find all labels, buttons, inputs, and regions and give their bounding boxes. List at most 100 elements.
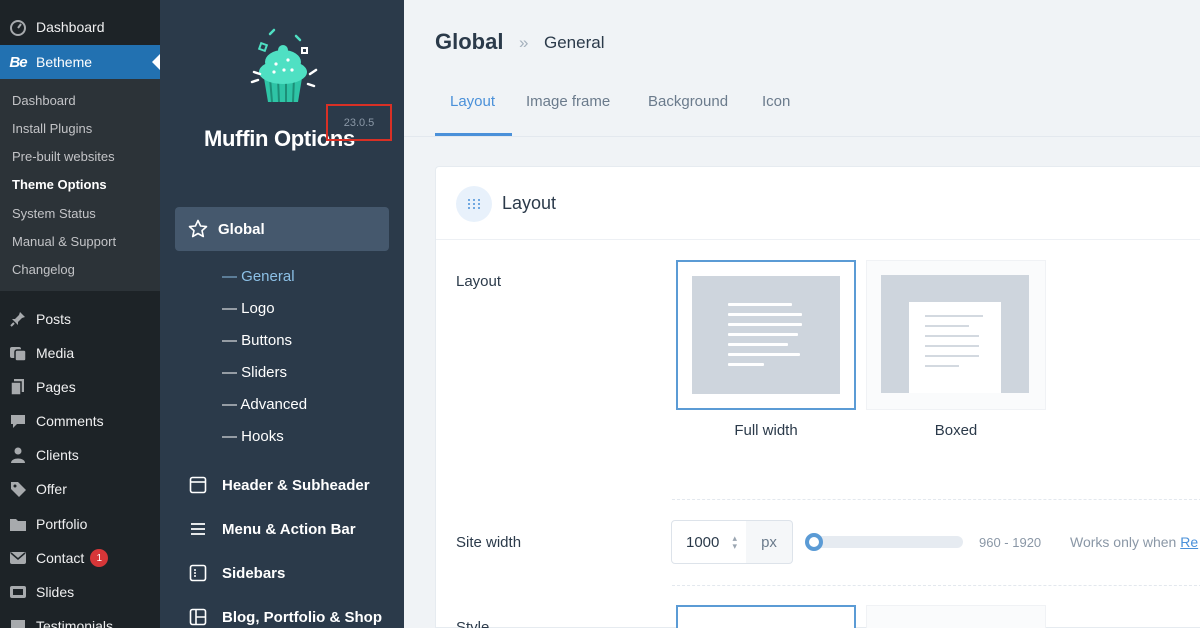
nav-menu-action-bar[interactable]: Menu & Action Bar xyxy=(188,519,356,539)
pages-icon xyxy=(0,378,36,396)
wp-menu-pages[interactable]: Pages xyxy=(0,370,160,404)
wp-menu-pages-label: Pages xyxy=(36,379,76,395)
wp-menu-contact[interactable]: Contact 1 xyxy=(0,541,160,575)
subnav-logo[interactable]: — Logo xyxy=(222,300,275,317)
wp-menu-slides[interactable]: Slides xyxy=(0,575,160,609)
menu-icon xyxy=(188,519,208,539)
user-icon xyxy=(0,446,36,464)
wp-menu-media-label: Media xyxy=(36,345,75,361)
style-label: Style xyxy=(456,619,490,628)
subnav-hooks[interactable]: — Hooks xyxy=(222,428,284,445)
nav-blog-portfolio-shop[interactable]: Blog, Portfolio & Shop xyxy=(188,607,382,627)
wp-menu-posts-label: Posts xyxy=(36,311,72,327)
nav-header-subheader[interactable]: Header & Subheader xyxy=(188,475,370,495)
muffin-logo-icon xyxy=(250,28,318,103)
site-width-value: 1000 xyxy=(686,533,720,551)
wp-menu-portfolio[interactable]: Portfolio xyxy=(0,507,160,541)
submenu-changelog[interactable]: Changelog xyxy=(12,262,75,277)
row-divider xyxy=(672,585,1200,586)
subnav-buttons[interactable]: — Buttons xyxy=(222,332,292,349)
unit-label: px xyxy=(746,520,793,564)
option-boxed-label: Boxed xyxy=(934,422,978,439)
betheme-logo-icon: Be xyxy=(9,53,27,71)
wp-menu-contact-label: Contact xyxy=(36,550,85,566)
submenu-system-status[interactable]: System Status xyxy=(12,206,96,221)
wp-menu-offer-label: Offer xyxy=(36,481,67,497)
site-width-slider-track[interactable] xyxy=(808,536,963,548)
card-header: Layout xyxy=(436,167,1200,240)
dashboard-icon xyxy=(0,18,36,36)
site-width-slider-handle[interactable] xyxy=(805,533,823,551)
submenu-install-plugins[interactable]: Install Plugins xyxy=(12,121,92,136)
option-full-width-label: Full width xyxy=(734,422,798,439)
subnav-sliders[interactable]: — Sliders xyxy=(222,364,287,381)
folder-icon xyxy=(0,515,36,533)
breadcrumb-separator: » xyxy=(519,33,529,52)
header-icon xyxy=(188,475,208,495)
nav-blog-label: Blog, Portfolio & Shop xyxy=(222,608,382,626)
testimonials-icon xyxy=(0,617,36,628)
nav-header-label: Header & Subheader xyxy=(222,476,370,494)
version-label: 23.0.5 xyxy=(326,104,392,141)
note-link[interactable]: Re xyxy=(1180,534,1198,550)
nav-global[interactable]: Global xyxy=(175,207,389,251)
site-width-label: Site width xyxy=(456,534,522,551)
wp-menu-testimonials-label: Testimonials xyxy=(36,618,114,628)
notification-badge: 1 xyxy=(90,549,109,567)
site-width-note: Works only when Re xyxy=(1070,534,1198,550)
wp-menu-clients[interactable]: Clients xyxy=(0,438,160,472)
wp-menu-portfolio-label: Portfolio xyxy=(36,516,88,532)
tab-layout[interactable]: Layout xyxy=(450,93,495,110)
breadcrumb-current: General xyxy=(544,33,605,52)
submenu-theme-options[interactable]: Theme Options xyxy=(12,177,107,192)
wp-menu-testimonials[interactable]: Testimonials xyxy=(0,609,160,628)
star-icon xyxy=(188,219,208,239)
wp-menu-posts[interactable]: Posts xyxy=(0,302,160,336)
option-boxed[interactable] xyxy=(866,260,1046,410)
wp-menu-media[interactable]: Media xyxy=(0,336,160,370)
comments-icon xyxy=(0,412,36,430)
submenu-prebuilt-websites[interactable]: Pre-built websites xyxy=(12,149,115,164)
nav-sidebars-label: Sidebars xyxy=(222,564,286,582)
nav-sidebars[interactable]: Sidebars xyxy=(188,563,285,583)
option-full-width[interactable] xyxy=(676,260,856,410)
layout-card: Layout Layout Full width Boxed Site widt… xyxy=(435,166,1200,628)
boxed-preview xyxy=(881,275,1029,393)
tab-background[interactable]: Background xyxy=(648,93,728,110)
muffin-options-sidebar: Muffin Options 23.0.5 Global — General —… xyxy=(160,0,404,628)
wp-menu-betheme-label: Betheme xyxy=(36,54,93,70)
style-option-2[interactable] xyxy=(866,605,1046,628)
wp-menu-dashboard-label: Dashboard xyxy=(36,19,105,35)
stepper-arrows-icon[interactable]: ▴ ▾ xyxy=(732,534,737,551)
tab-image-frame[interactable]: Image frame xyxy=(526,93,610,110)
site-width-input[interactable]: 1000 ▴ ▾ xyxy=(671,520,747,564)
note-text: Works only when xyxy=(1070,534,1177,550)
active-menu-arrow xyxy=(152,54,160,70)
style-option-1[interactable] xyxy=(676,605,856,628)
row-divider xyxy=(672,499,1200,500)
wp-menu-comments-label: Comments xyxy=(36,413,104,429)
tab-icon[interactable]: Icon xyxy=(762,93,790,110)
nav-menu-label: Menu & Action Bar xyxy=(222,520,356,538)
tag-icon xyxy=(0,480,36,498)
submenu-manual-support[interactable]: Manual & Support xyxy=(12,234,116,249)
mail-icon xyxy=(0,549,36,567)
wp-menu-offer[interactable]: Offer xyxy=(0,472,160,506)
wp-menu-slides-label: Slides xyxy=(36,584,75,600)
card-title: Layout xyxy=(502,193,557,213)
main-content: Global » General Layout Image frame Back… xyxy=(404,0,1200,628)
page-title: Global xyxy=(435,29,504,54)
wp-admin-menu: Dashboard Be Betheme Dashboard Install P… xyxy=(0,0,160,628)
subnav-general[interactable]: — General xyxy=(222,268,295,285)
subnav-advanced[interactable]: — Advanced xyxy=(222,396,307,413)
wp-menu-dashboard[interactable]: Dashboard xyxy=(0,10,160,44)
wp-menu-clients-label: Clients xyxy=(36,447,79,463)
sidebar-icon xyxy=(188,563,208,583)
wp-menu-betheme[interactable]: Be Betheme xyxy=(0,45,160,79)
wp-menu-comments[interactable]: Comments xyxy=(0,404,160,438)
pin-icon xyxy=(0,310,36,328)
submenu-dashboard[interactable]: Dashboard xyxy=(12,93,76,108)
grid-icon xyxy=(188,607,208,627)
layout-label: Layout xyxy=(456,273,502,290)
media-icon xyxy=(0,344,36,362)
